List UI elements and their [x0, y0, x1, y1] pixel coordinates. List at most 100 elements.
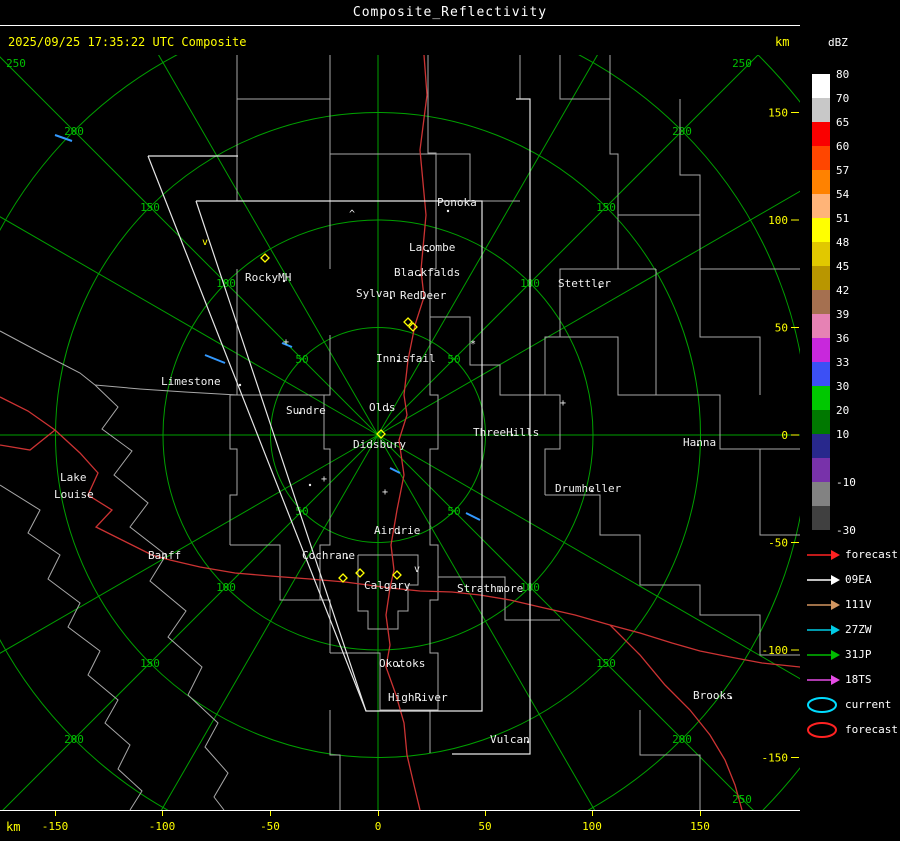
right-axis-tick-label: -150	[762, 752, 789, 765]
city-label: Strathmore	[457, 582, 523, 595]
county-boundary-line	[427, 55, 437, 269]
county-boundary-line	[428, 153, 520, 202]
radar-app-window: { "window": { "title": "Composite_Reflec…	[0, 0, 900, 841]
colorbar-cell	[812, 74, 830, 98]
city-label: Ponoka	[437, 196, 477, 209]
city-label: Hanna	[683, 436, 716, 449]
timestamp-label: 2025/09/25 17:35:22 UTC Composite	[8, 35, 247, 49]
09EA-arrow-icon	[807, 574, 840, 585]
county-boundary-line	[544, 336, 561, 495]
city-label: Louise	[54, 488, 94, 501]
colorbar-label: 51	[836, 212, 850, 225]
map-header: 2025/09/25 17:35:22 UTC Composite km	[0, 26, 800, 55]
bottom-axis: km -150 -100 -50 0 50 100 150	[0, 811, 800, 841]
town-dot	[446, 209, 450, 213]
radial-grid-line	[158, 55, 379, 436]
county-boundary-line	[357, 554, 419, 630]
ring-distance-label: 100	[216, 581, 236, 594]
legend-item-label: 111V	[845, 598, 872, 611]
colorbar-label: 36	[836, 332, 850, 345]
legend-item-label: 09EA	[845, 573, 872, 586]
legend-item: 31JP	[800, 642, 900, 667]
legend-item: 27ZW	[800, 617, 900, 642]
radar-map-canvas: 50 100 150 200 250 50 100 150 200 250 50 100 150 200 5…	[0, 55, 800, 810]
bottom-axis-tick-label: -150	[41, 820, 69, 833]
storm-marker-diamond-icon	[355, 568, 365, 578]
colorbar-label: 10	[836, 428, 850, 441]
18TS-arrow-icon	[807, 674, 840, 685]
colorbar-cell	[812, 242, 830, 266]
ring-distance-label: 50	[447, 353, 460, 366]
map-marker-glyph: +	[560, 398, 566, 409]
colorbar-cell	[812, 338, 830, 362]
city-label: Sylvan	[356, 287, 396, 300]
forecast-arrow-icon	[807, 549, 840, 560]
county-boundary-line	[560, 336, 656, 396]
111V-arrow-icon	[807, 599, 840, 610]
colorbar-label: 20	[836, 404, 850, 417]
bottom-axis-tick	[485, 811, 486, 816]
county-boundary-line	[759, 449, 800, 536]
window-titlebar[interactable]: Composite_Reflectivity	[0, 0, 900, 26]
city-label: Stettler	[558, 277, 611, 290]
ring-distance-label: 150	[596, 201, 616, 214]
colorbar-cell	[812, 386, 830, 410]
ring-distance-label: 200	[672, 125, 692, 138]
bottom-axis-tick-label: -100	[148, 820, 176, 833]
radial-grid-line	[0, 216, 379, 436]
map-legend: forecast 09EA 111V 27ZW 31JP 18TS current forec…	[800, 542, 900, 742]
colorbar-cell	[812, 482, 830, 506]
ring-distance-label: 250	[6, 57, 26, 70]
colorbar-label: -10	[836, 476, 856, 489]
right-axis-tick-label: -100	[762, 644, 789, 657]
27ZW-arrow-icon	[807, 624, 840, 635]
map-marker-glyph: +	[382, 487, 388, 498]
right-axis-tick-label: 100	[768, 214, 788, 227]
right-axis-tick-label: 150	[768, 107, 788, 120]
county-boundary-line	[229, 394, 238, 545]
bottom-axis-tick	[378, 811, 379, 816]
map-marker-glyph: +	[283, 337, 289, 348]
colorbar-label: 80	[836, 68, 850, 81]
right-axis-unit-label: km	[775, 35, 790, 49]
ring-distance-label: 200	[672, 733, 692, 746]
colorbar-cell	[812, 434, 830, 458]
legend-item: forecast	[800, 717, 900, 742]
colorbar-cell	[812, 290, 830, 314]
legend-item: 09EA	[800, 567, 900, 592]
radar-coverage-outline	[147, 155, 367, 712]
ring-distance-label: 200	[64, 125, 84, 138]
highway-line	[609, 624, 743, 810]
colorbar-title: dBZ	[828, 36, 848, 49]
city-label: Lake	[60, 471, 87, 484]
colorbar-cell	[812, 98, 830, 122]
ring-distance-label: 200	[64, 733, 84, 746]
colorbar-cell	[812, 410, 830, 434]
colorbar-label: 60	[836, 140, 850, 153]
bottom-axis-tick	[162, 811, 163, 816]
county-boundary-line	[319, 495, 331, 653]
legend-item-label: forecast	[845, 548, 898, 561]
colorbar-label: 30	[836, 380, 850, 393]
colorbar-cell	[812, 458, 830, 482]
reflectivity-colorbar	[812, 74, 830, 530]
legend-item: current	[800, 692, 900, 717]
colorbar-label: 39	[836, 308, 850, 321]
colorbar-cell	[812, 506, 830, 530]
colorbar-cell	[812, 266, 830, 290]
colorbar-label: -30	[836, 524, 856, 537]
city-label: Olds	[369, 401, 396, 414]
colorbar-label: 45	[836, 260, 850, 273]
forecast-ellipse-icon	[807, 721, 837, 738]
colorbar-cell	[812, 194, 830, 218]
city-label: Lacombe	[409, 241, 455, 254]
ring-distance-label: 150	[140, 657, 160, 670]
current-ellipse-icon	[807, 696, 837, 713]
town-dot	[238, 383, 242, 387]
colorbar-cell	[812, 170, 830, 194]
county-boundary-line	[545, 494, 800, 656]
county-boundary-line	[329, 710, 341, 810]
city-label: Blackfalds	[394, 266, 460, 279]
county-boundary-line	[0, 330, 96, 386]
city-label: Calgary	[364, 579, 411, 592]
